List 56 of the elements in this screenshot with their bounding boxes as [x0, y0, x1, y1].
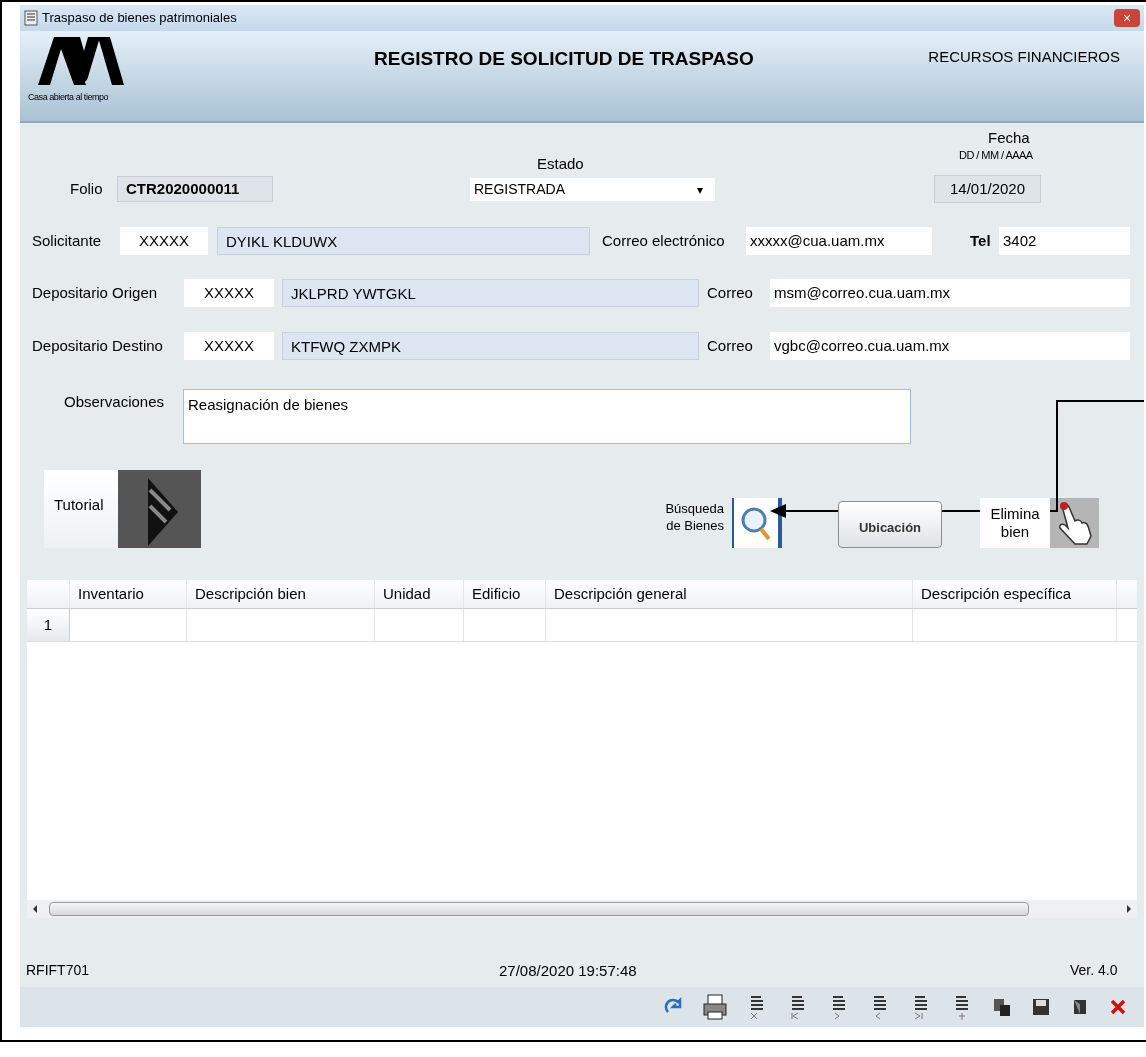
save-icon[interactable] — [1030, 996, 1052, 1018]
name-field[interactable]: JKLPRD YWTGKL — [282, 279, 699, 307]
copy-icon[interactable] — [991, 996, 1013, 1018]
field-label[interactable]: Correo — [707, 332, 753, 360]
code-field[interactable]: XXXXX — [120, 227, 208, 255]
field-label[interactable]: Depositario Destino — [32, 332, 163, 360]
close-icon[interactable] — [1108, 997, 1128, 1017]
email-field[interactable]: xxxxx@cua.uam.mx — [746, 227, 932, 255]
printer-icon[interactable] — [702, 993, 728, 1021]
column-header[interactable]: Descripción bien — [187, 580, 375, 608]
hand-pointer-icon[interactable] — [1050, 498, 1099, 548]
app-icon — [24, 10, 38, 26]
form-code: RFIFT701 — [26, 961, 89, 980]
folio-field: CTR2020000011 — [117, 176, 273, 202]
version-label: Ver. 4.0 — [1070, 961, 1118, 980]
logo-icon — [38, 37, 124, 85]
ubicacion-button[interactable]: Ubicación — [838, 501, 942, 548]
close-button[interactable]: × — [1114, 9, 1140, 27]
field-label[interactable]: Depositario Origen — [32, 279, 158, 307]
email-field[interactable]: vgbc@correo.cua.uam.mx — [770, 332, 1130, 360]
name-field[interactable]: DYIKL KLDUWX — [217, 227, 590, 255]
field-label[interactable]: Correo — [707, 279, 753, 307]
code-field[interactable]: XXXXX — [184, 279, 274, 307]
window-title: Traspaso de bienes patrimoniales — [42, 9, 237, 28]
field-label[interactable]: Correo electrónico — [602, 227, 725, 255]
column-header[interactable]: Edificio — [464, 580, 546, 608]
page-title: REGISTRO DE SOLICITUD DE TRASPASO — [374, 47, 754, 71]
code-field[interactable]: XXXXX — [184, 332, 274, 360]
folio-label: Folio — [70, 179, 103, 199]
column-header[interactable]: Descripción específica — [913, 580, 1117, 608]
tutorial-button[interactable]: Tutorial — [44, 470, 118, 548]
search-button[interactable] — [732, 498, 782, 548]
observaciones-label: Observaciones — [64, 392, 165, 412]
fecha-label: Fecha — [988, 128, 1030, 148]
delete-item-button[interactable]: Elimina bien — [980, 498, 1050, 548]
estado-dropdown[interactable]: REGISTRADA ▾ — [470, 178, 715, 201]
field-label[interactable]: Tel — [970, 227, 991, 255]
department-label: RECURSOS FINANCIEROS — [928, 47, 1120, 67]
logo-caption: Casa abierta al tiempo — [28, 91, 110, 104]
date-field: 14/01/2020 — [934, 175, 1041, 203]
field-label[interactable]: Solicitante — [32, 227, 102, 255]
column-header[interactable]: Descripción general — [546, 580, 913, 608]
row-number[interactable]: 1 — [27, 609, 70, 641]
phone-field[interactable]: 3402 — [999, 227, 1130, 255]
date-format-label: DD / MM / AAAA — [959, 148, 1033, 163]
observaciones-field[interactable]: Reasignación de bienes — [183, 389, 911, 444]
estado-label: Estado — [537, 154, 584, 174]
timestamp: 27/08/2020 19:57:48 — [499, 961, 637, 981]
column-header[interactable]: Unidad — [375, 580, 464, 608]
name-field[interactable]: KTFWQ ZXMPK — [282, 332, 699, 360]
play-icon[interactable] — [118, 470, 201, 548]
scroll-left-icon[interactable] — [31, 904, 39, 914]
column-header[interactable]: Inventario — [70, 580, 187, 608]
search-label: Búsqueda de Bienes — [664, 500, 724, 534]
scroll-right-icon[interactable] — [1125, 904, 1133, 914]
email-field[interactable]: msm@correo.cua.uam.mx — [770, 279, 1130, 307]
